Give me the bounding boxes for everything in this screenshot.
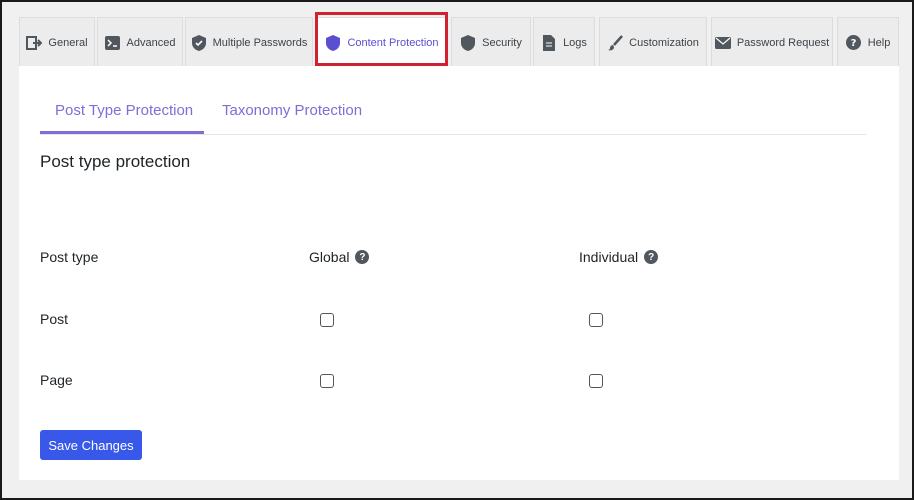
tab-label: Multiple Passwords — [212, 36, 308, 49]
tab-label: Security — [482, 36, 522, 49]
tab-help[interactable]: ? Help — [837, 17, 899, 67]
tab-label: Help — [867, 36, 891, 49]
tab-label: Logs — [563, 36, 587, 49]
tab-advanced[interactable]: Advanced — [97, 17, 183, 67]
checkbox-post-global[interactable] — [320, 313, 334, 327]
envelope-icon — [714, 35, 731, 51]
save-changes-button[interactable]: Save Changes — [40, 430, 142, 460]
settings-tab-bar: General Advanced Multiple Passwords Cont… — [19, 17, 899, 67]
tab-multiple-passwords[interactable]: Multiple Passwords — [185, 17, 313, 67]
svg-text:?: ? — [851, 38, 857, 49]
tab-security[interactable]: Security — [451, 17, 531, 67]
row-label-page: Page — [40, 372, 73, 388]
row-label-post: Post — [40, 311, 69, 327]
subtab-taxonomy-protection[interactable]: Taxonomy Protection — [222, 94, 362, 134]
column-header-label: Global — [309, 249, 350, 265]
column-header-post-type: Post type — [40, 249, 99, 265]
tab-general[interactable]: General — [19, 17, 95, 67]
tab-customization[interactable]: Customization — [599, 17, 707, 67]
shield-check-icon — [191, 34, 207, 51]
exit-icon — [26, 35, 43, 51]
column-header-label: Individual — [579, 249, 639, 265]
tab-logs[interactable]: Logs — [533, 17, 595, 67]
column-header-global: Global ? — [309, 249, 370, 265]
help-icon[interactable]: ? — [644, 250, 659, 264]
checkbox-page-global[interactable] — [320, 374, 334, 388]
tab-content-protection[interactable]: Content Protection — [317, 17, 447, 67]
tab-label: Password Request — [736, 36, 830, 49]
column-header-individual: Individual ? — [579, 249, 659, 265]
tab-label: Advanced — [126, 36, 176, 49]
help-icon[interactable]: ? — [355, 250, 370, 264]
subtab-bar: Post Type Protection Taxonomy Protection — [40, 94, 866, 135]
checkbox-page-individual[interactable] — [589, 374, 603, 388]
content-panel: Post Type Protection Taxonomy Protection… — [19, 66, 899, 480]
section-title: Post type protection — [40, 152, 191, 171]
tab-label: General — [48, 36, 88, 49]
window-frame: General Advanced Multiple Passwords Cont… — [0, 0, 914, 500]
checkbox-post-individual[interactable] — [589, 313, 603, 327]
help-icon: ? — [846, 35, 862, 51]
tab-label: Customization — [629, 36, 699, 49]
subtab-post-type-protection[interactable]: Post Type Protection — [40, 94, 204, 134]
brush-icon — [607, 34, 624, 51]
tab-password-request[interactable]: Password Request — [711, 17, 833, 67]
terminal-icon — [105, 35, 121, 51]
document-icon — [541, 34, 557, 51]
shield-icon — [325, 34, 341, 51]
shield-icon — [460, 34, 476, 51]
tab-label: Content Protection — [347, 36, 439, 49]
